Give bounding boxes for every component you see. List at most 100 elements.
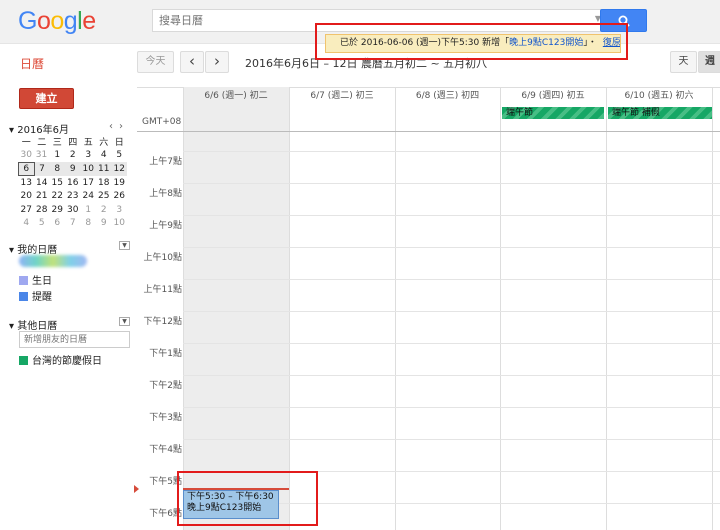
mini-day[interactable]: 4 [19, 217, 35, 231]
add-friend-calendar-input[interactable] [19, 331, 130, 348]
mini-day[interactable]: 29 [50, 203, 66, 217]
mini-day[interactable]: 3 [81, 149, 97, 163]
mini-day[interactable]: 27 [19, 203, 35, 217]
search-input[interactable] [153, 10, 583, 31]
mini-day[interactable]: 3 [112, 203, 128, 217]
mini-day[interactable]: 8 [81, 217, 97, 231]
google-logo[interactable]: Google [18, 7, 96, 36]
mini-day[interactable]: 24 [81, 189, 97, 203]
mini-day[interactable]: 23 [65, 189, 81, 203]
color-swatch [19, 276, 28, 285]
undo-link[interactable]: 復原 [603, 38, 620, 48]
mini-day[interactable]: 6 [50, 217, 66, 231]
create-event-button[interactable]: 建立 [19, 88, 74, 109]
view-week-button[interactable]: 週 [698, 51, 720, 73]
mini-prev-month-icon[interactable]: ‹ [109, 121, 119, 132]
allday-event-dragon-boat[interactable]: 端午節 [502, 107, 604, 119]
app-title: 日曆 [20, 57, 45, 71]
column-divider [606, 87, 607, 530]
mini-day[interactable]: 7 [34, 162, 50, 176]
collapse-triangle-icon[interactable]: ▾ [9, 125, 14, 136]
mini-day[interactable]: 2 [96, 203, 112, 217]
calendar-item-taiwan-holidays[interactable]: 台灣的節慶假日 [19, 352, 102, 367]
mini-day[interactable]: 16 [65, 176, 81, 190]
allday-event-dragon-boat-makeup[interactable]: 端午節 補假 [608, 107, 712, 119]
hour-line [183, 215, 720, 216]
my-calendars-header[interactable]: ▾ 我的日曆 [9, 241, 57, 256]
timezone-label: GMT+08 [142, 117, 182, 127]
mini-next-month-icon[interactable]: › [119, 121, 129, 132]
hour-label: 下午4點 [149, 445, 182, 455]
calendar-event[interactable]: 下午5:30 – 下午6:30 晚上9點C123開始 [183, 490, 279, 519]
mini-day[interactable]: 15 [50, 176, 66, 190]
mini-day[interactable]: 17 [81, 176, 97, 190]
hour-line [183, 471, 720, 472]
hour-label: 上午11點 [143, 285, 182, 295]
mini-day[interactable]: 21 [34, 189, 50, 203]
mini-day[interactable]: 5 [34, 217, 50, 231]
mini-day[interactable]: 9 [96, 217, 112, 231]
calendar-item-birthdays[interactable]: 生日 [19, 272, 52, 287]
mini-day[interactable]: 7 [65, 217, 81, 231]
other-calendars-menu-icon[interactable]: ▼ [119, 317, 130, 326]
hour-line [183, 407, 720, 408]
day-header[interactable]: 6/7 (週二) 初三 [289, 89, 395, 104]
day-header[interactable]: 6/10 (週五) 初六 [606, 89, 712, 104]
mini-day[interactable]: 30 [19, 149, 35, 163]
mini-day[interactable]: 4 [96, 149, 112, 163]
hour-line [183, 311, 720, 312]
mini-day[interactable]: 18 [96, 176, 112, 190]
mini-day[interactable]: 10 [112, 217, 128, 231]
today-column [183, 87, 289, 530]
mini-day[interactable]: 10 [80, 162, 96, 176]
search-button[interactable] [600, 9, 647, 32]
mini-day[interactable]: 19 [112, 176, 128, 190]
allday-divider [137, 131, 720, 132]
hour-line [183, 183, 720, 184]
mini-day[interactable]: 30 [65, 203, 81, 217]
my-calendars-menu-icon[interactable]: ▼ [119, 241, 130, 250]
prev-week-button[interactable]: ‹ [180, 51, 204, 73]
weekday-label: 四 [68, 138, 78, 149]
view-day-button[interactable]: 天 [670, 51, 697, 73]
today-button[interactable]: 今天 [137, 51, 174, 73]
mini-day-today[interactable]: 6 [18, 161, 35, 177]
mini-day[interactable]: 11 [96, 162, 112, 176]
hour-label: 下午12點 [143, 317, 182, 327]
mini-day[interactable]: 13 [19, 176, 35, 190]
mini-day[interactable]: 20 [19, 189, 35, 203]
mini-day[interactable]: 22 [50, 189, 66, 203]
hour-line [183, 279, 720, 280]
mini-day[interactable]: 8 [49, 162, 65, 176]
weekday-label: 六 [99, 138, 109, 149]
day-header[interactable]: 6/8 (週三) 初四 [395, 89, 500, 104]
event-time: 下午5:30 – 下午6:30 [187, 492, 274, 502]
hour-label: 上午7點 [149, 157, 182, 167]
day-header[interactable]: 6/6 (週一) 初二 [183, 89, 289, 104]
hour-line [183, 343, 720, 344]
mini-day[interactable]: 9 [65, 162, 81, 176]
mini-day[interactable]: 31 [34, 149, 50, 163]
mini-day[interactable]: 28 [34, 203, 50, 217]
date-range-label: 2016年6月6日 – 12日 農曆五月初二 ~ 五月初八 [245, 57, 488, 70]
column-divider [395, 87, 396, 530]
day-header[interactable]: 6/9 (週四) 初五 [500, 89, 606, 104]
mini-day[interactable]: 25 [96, 189, 112, 203]
mini-day[interactable]: 14 [34, 176, 50, 190]
column-divider [500, 87, 501, 530]
mini-day[interactable]: 5 [112, 149, 128, 163]
calendar-item-reminders[interactable]: 提醒 [19, 288, 52, 303]
mini-day[interactable]: 12 [111, 162, 127, 176]
other-calendars-header[interactable]: ▾ 其他日曆 [9, 317, 57, 332]
redacted-calendar-name[interactable] [19, 255, 87, 267]
mini-day[interactable]: 2 [65, 149, 81, 163]
event-title: 晚上9點C123開始 [187, 503, 262, 513]
notice-event-link[interactable]: 晚上9點C123開始 [509, 38, 583, 48]
notice-prefix: 已於 2016-06-06 (週一)下午5:30 新增「 [340, 38, 510, 48]
search-box: ▼ [152, 9, 606, 32]
mini-day[interactable]: 26 [112, 189, 128, 203]
mini-day[interactable]: 1 [50, 149, 66, 163]
next-week-button[interactable]: › [205, 51, 229, 73]
mini-day[interactable]: 1 [81, 203, 97, 217]
hour-label: 下午1點 [149, 349, 182, 359]
